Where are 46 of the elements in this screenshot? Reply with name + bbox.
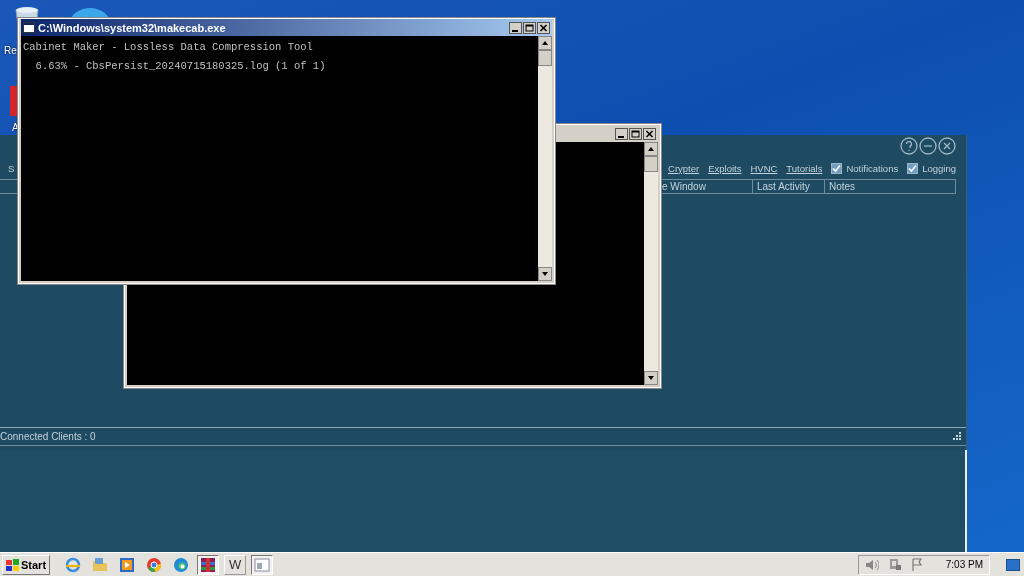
- windows-logo-icon: [6, 558, 19, 571]
- column-header[interactable]: Last Activity: [753, 180, 825, 193]
- console-line: 6.63% - CbsPersist_20240715180325.log (1 of 1): [34, 59, 327, 74]
- archive-icon: [200, 556, 217, 573]
- console-line: Cabinet Maker - Lossless Data Compression Tool: [23, 40, 314, 55]
- media-player-icon: [119, 556, 136, 573]
- taskbar-button[interactable]: W: [224, 554, 247, 575]
- desktop-icon-label: A: [12, 122, 19, 133]
- flag-icon: [910, 558, 923, 571]
- start-button[interactable]: Start: [2, 554, 51, 575]
- minimize-icon: [919, 137, 937, 155]
- console-icon: [23, 22, 35, 33]
- toolbar-link[interactable]: Crypter: [668, 162, 700, 174]
- close-icon: [537, 21, 550, 34]
- help-icon: [900, 137, 918, 155]
- checkbox-label: Logging: [922, 162, 956, 174]
- clock: 7:03 PM: [945, 559, 983, 570]
- scroll-thumb[interactable]: [644, 156, 658, 172]
- status-text: Connected Clients : 0: [0, 431, 96, 442]
- resize-grip-icon: [953, 432, 962, 441]
- maximize-icon: [523, 21, 536, 34]
- network-icon: [887, 558, 902, 571]
- speaker-icon: [864, 558, 879, 571]
- scroll-thumb[interactable]: [538, 50, 552, 66]
- checkbox[interactable]: [831, 162, 843, 174]
- scrollbar[interactable]: [644, 142, 658, 385]
- checkbox[interactable]: [907, 162, 919, 174]
- taskbar-button[interactable]: [251, 554, 274, 575]
- toolbar-label: S: [8, 162, 15, 174]
- browser-icon: [65, 556, 82, 573]
- folder-icon: [92, 556, 109, 573]
- window-icon: [254, 556, 271, 573]
- checkbox-label: Notifications: [846, 162, 899, 174]
- close-icon: [938, 137, 956, 155]
- toolbar-link[interactable]: HVNC: [750, 162, 778, 174]
- taskbar-button[interactable]: [197, 554, 220, 575]
- toolbar-link[interactable]: Exploits: [708, 162, 742, 174]
- toolbar-link[interactable]: Tutorials: [786, 162, 823, 174]
- column-header[interactable]: Notes: [825, 180, 956, 193]
- desktop-icon-label: Re: [4, 45, 17, 56]
- check-icon: [908, 163, 918, 173]
- window-title: C:\Windows\system32\makecab.exe: [38, 21, 227, 34]
- show-desktop-icon: [1006, 558, 1020, 571]
- scrollbar[interactable]: [538, 36, 552, 281]
- check-icon: [832, 163, 842, 173]
- minimize-icon: [509, 21, 522, 34]
